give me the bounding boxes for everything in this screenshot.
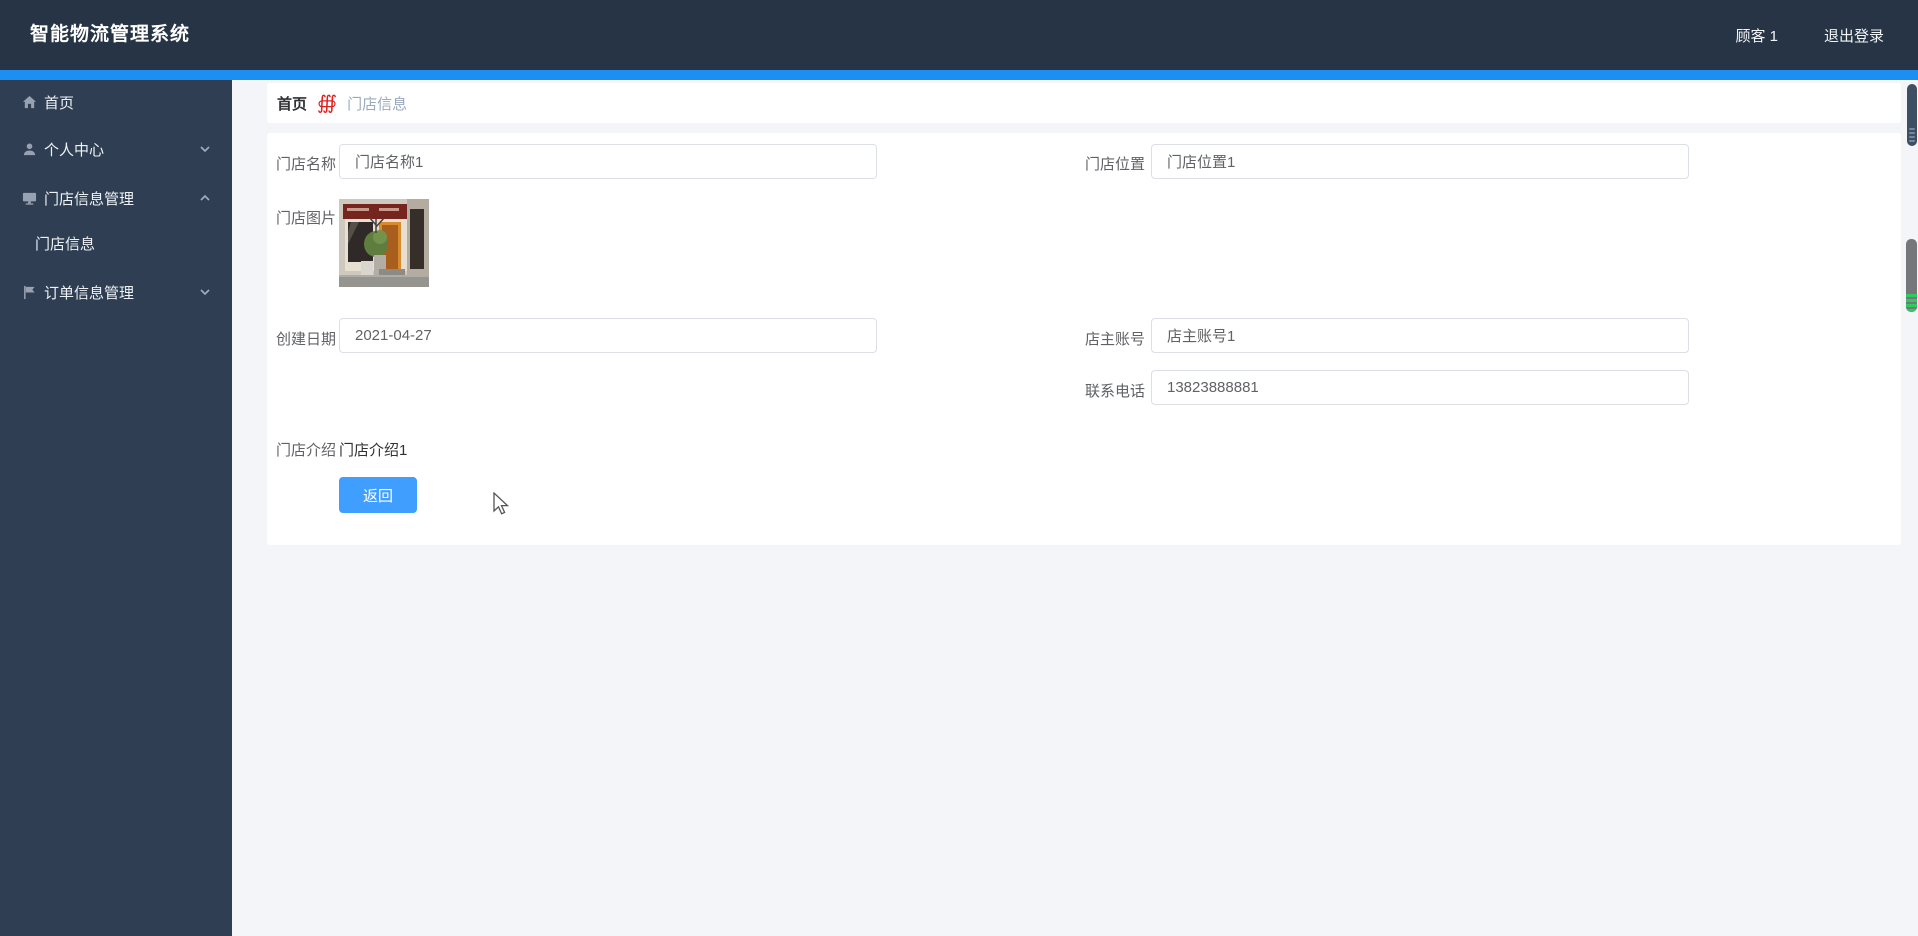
- sidebar-item-home[interactable]: 首页: [0, 80, 232, 124]
- store-name-label: 门店名称: [276, 156, 337, 173]
- back-button[interactable]: 返回: [339, 477, 417, 513]
- sidebar-item-store-management[interactable]: 门店信息管理: [0, 176, 232, 220]
- store-location-input[interactable]: [1151, 144, 1689, 179]
- breadcrumb: 首页 ∰ 门店信息: [277, 83, 407, 123]
- owner-account-label: 店主账号: [1085, 331, 1146, 348]
- monitor-icon: [22, 191, 37, 206]
- breadcrumb-card: 首页 ∰ 门店信息: [267, 83, 1901, 123]
- sidebar-item-order-management[interactable]: 订单信息管理: [0, 270, 232, 314]
- create-date-input[interactable]: [339, 318, 877, 353]
- contact-phone-input[interactable]: [1151, 370, 1689, 405]
- breadcrumb-separator-icon: ∰: [317, 92, 338, 114]
- store-intro-value: 门店介绍1: [339, 442, 408, 459]
- app-window: 智能物流管理系统 顾客 1 退出登录 首页 个人中心 门店信息管理 门店信息 订…: [0, 0, 1918, 936]
- create-date-label: 创建日期: [276, 331, 337, 348]
- logout-link[interactable]: 退出登录: [1824, 25, 1884, 46]
- contact-phone-label: 联系电话: [1085, 383, 1146, 400]
- sidebar-item-label: 个人中心: [44, 141, 105, 159]
- flag-icon: [22, 285, 37, 300]
- top-bar-right: 顾客 1 退出登录: [1735, 0, 1884, 70]
- owner-account-input[interactable]: [1151, 318, 1689, 353]
- chevron-down-icon: [198, 285, 212, 299]
- storefront-photo[interactable]: [339, 199, 429, 287]
- chevron-down-icon: [198, 142, 212, 156]
- current-user-link[interactable]: 顾客 1: [1735, 25, 1778, 46]
- store-name-input[interactable]: [339, 144, 877, 179]
- user-icon: [22, 142, 37, 157]
- breadcrumb-current: 门店信息: [347, 95, 408, 113]
- breadcrumb-home-link[interactable]: 首页: [277, 93, 307, 114]
- sidebar-item-label: 订单信息管理: [44, 284, 135, 302]
- sidebar-subitem-label: 门店信息: [35, 235, 96, 253]
- store-intro-label: 门店介绍: [276, 442, 337, 459]
- store-location-label: 门店位置: [1085, 156, 1146, 173]
- sidebar-item-store-info[interactable]: 门店信息: [0, 221, 232, 265]
- chevron-up-icon: [198, 191, 212, 205]
- top-bar: 智能物流管理系统 顾客 1 退出登录: [0, 0, 1918, 70]
- store-detail-form: 门店名称 门店位置 门店图片: [267, 133, 1901, 545]
- scrollbar-thumb-lower[interactable]: [1906, 239, 1917, 312]
- store-image-label: 门店图片: [276, 210, 337, 227]
- sidebar-item-profile[interactable]: 个人中心: [0, 127, 232, 171]
- accent-strip: [0, 70, 1918, 80]
- mouse-cursor: [493, 491, 511, 523]
- sidebar-item-label: 门店信息管理: [44, 190, 135, 208]
- scrollbar-thumb-top[interactable]: [1907, 84, 1917, 146]
- sidebar-item-label: 首页: [44, 94, 75, 112]
- home-icon: [22, 95, 37, 110]
- sidebar: 首页 个人中心 门店信息管理 门店信息 订单信息管理: [0, 80, 232, 936]
- app-title: 智能物流管理系统: [30, 24, 191, 45]
